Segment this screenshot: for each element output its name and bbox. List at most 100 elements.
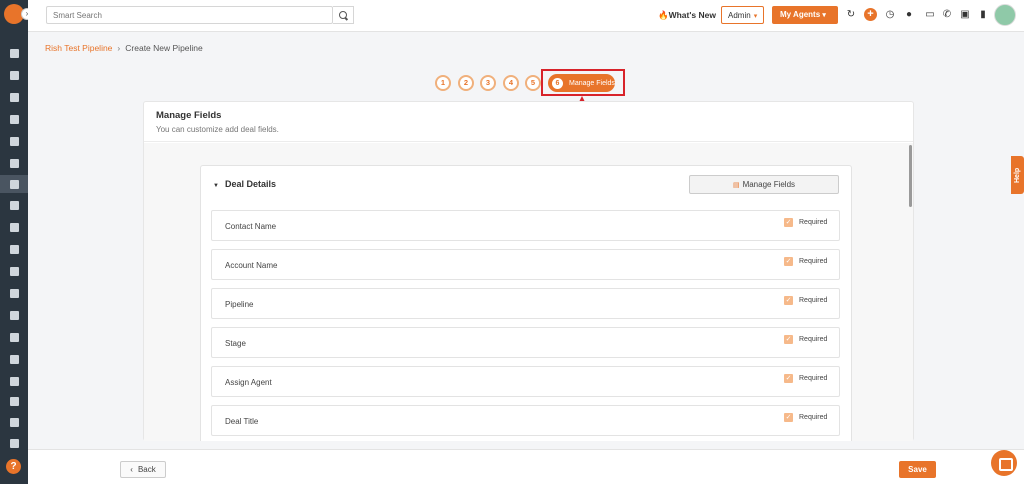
step-1[interactable]: 1 xyxy=(435,75,451,91)
field-name: Assign Agent xyxy=(225,378,272,387)
clock-icon[interactable]: ◷ xyxy=(884,9,896,21)
bank-icon xyxy=(9,114,19,124)
sidebar-item-team[interactable] xyxy=(0,284,28,302)
mail-icon xyxy=(9,354,19,364)
field-row: Assign Agent ✓ Required xyxy=(211,366,840,397)
sidebar-item-calendar[interactable] xyxy=(0,328,28,346)
required-checkbox[interactable]: ✓ xyxy=(784,296,793,305)
help-tab[interactable]: Help xyxy=(1011,156,1024,194)
whats-new-label: What's New xyxy=(668,10,716,20)
calendar-icon xyxy=(9,332,19,342)
avatar[interactable] xyxy=(994,4,1016,26)
field-row: Deal Title ✓ Required xyxy=(211,405,840,436)
document-icon xyxy=(9,222,19,232)
refresh-icon[interactable]: ↻ xyxy=(845,9,857,21)
required-label: Required xyxy=(799,219,828,226)
sidebar-item-mail[interactable] xyxy=(0,350,28,368)
dollar-icon xyxy=(9,396,19,406)
required-checkbox[interactable]: ✓ xyxy=(784,218,793,227)
required-label: Required xyxy=(799,375,828,382)
manage-fields-button[interactable]: ▤ Manage Fields xyxy=(689,175,839,194)
required-checkbox[interactable]: ✓ xyxy=(784,413,793,422)
back-label: Back xyxy=(137,465,156,474)
sidebar-item-billing[interactable] xyxy=(0,392,28,410)
required-checkbox[interactable]: ✓ xyxy=(784,335,793,344)
accounts-icon xyxy=(9,92,19,102)
team-icon xyxy=(9,288,19,298)
field-name: Deal Title xyxy=(225,417,259,426)
role-dropdown[interactable]: Admin ▾ xyxy=(721,6,764,24)
sidebar-item-bank[interactable] xyxy=(0,110,28,128)
signature-icon xyxy=(9,376,19,386)
sidebar-item-accounts[interactable] xyxy=(0,88,28,106)
sidebar-item-files[interactable] xyxy=(0,306,28,324)
sidebar-item-documents[interactable] xyxy=(0,218,28,236)
sidebar-item-dashboard[interactable] xyxy=(0,44,28,62)
dashboard-icon xyxy=(9,48,19,58)
help-icon[interactable]: ? xyxy=(6,459,21,474)
breadcrumb-parent-link[interactable]: Rish Test Pipeline xyxy=(45,43,112,53)
chip-icon[interactable]: ▣ xyxy=(959,9,971,21)
folder-icon xyxy=(9,266,19,276)
contacts-icon xyxy=(9,70,19,80)
step-4[interactable]: 4 xyxy=(503,75,519,91)
phone-icon[interactable]: ✆ xyxy=(941,9,953,21)
file-icon xyxy=(9,310,19,320)
profile-icon xyxy=(9,158,19,168)
sidebar-item-profile[interactable] xyxy=(0,154,28,172)
card-body: ▼ Deal Details ▤ Manage Fields Contact Nam… xyxy=(144,143,913,441)
bar-chart-icon xyxy=(9,244,19,254)
sidebar-item-signature[interactable] xyxy=(0,372,28,390)
sidebar-item-campaigns[interactable] xyxy=(0,196,28,214)
scrollbar[interactable] xyxy=(909,145,912,207)
top-bar: 🔥What's New Admin▾ My Agents ▾ ↻ + ◷ ● ▭… xyxy=(28,0,1024,32)
step-2[interactable]: 2 xyxy=(458,75,474,91)
role-label: Admin xyxy=(728,11,751,20)
breadcrumb-current: Create New Pipeline xyxy=(125,43,203,53)
card-header: Manage Fields You can customize add deal… xyxy=(144,102,913,142)
field-name: Contact Name xyxy=(225,222,277,231)
bell-icon[interactable]: ● xyxy=(903,9,915,21)
chevron-down-icon: ▾ xyxy=(822,12,826,19)
required-label: Required xyxy=(799,414,828,421)
sidebar-item-pipeline[interactable] xyxy=(0,175,28,193)
doc-icon[interactable]: ▮ xyxy=(977,9,989,21)
my-agents-button[interactable]: My Agents ▾ xyxy=(772,6,838,24)
chevron-down-icon: ▾ xyxy=(753,13,758,20)
search-icon[interactable] xyxy=(333,6,354,24)
back-button[interactable]: ‹ Back xyxy=(120,461,166,478)
sidebar: › ? xyxy=(0,0,33,484)
field-row: Contact Name ✓ Required xyxy=(211,210,840,241)
field-name: Pipeline xyxy=(225,300,254,309)
megaphone-icon xyxy=(9,200,19,210)
field-row: Pipeline ✓ Required xyxy=(211,288,840,319)
step-3[interactable]: 3 xyxy=(480,75,496,91)
sidebar-item-folders[interactable] xyxy=(0,262,28,280)
field-name: Stage xyxy=(225,339,246,348)
search-input[interactable] xyxy=(46,6,333,24)
sidebar-item-reports[interactable] xyxy=(0,240,28,258)
sidebar-item-settings[interactable] xyxy=(0,434,28,452)
save-button[interactable]: Save xyxy=(899,461,936,478)
required-checkbox[interactable]: ✓ xyxy=(784,257,793,266)
plus-icon[interactable]: + xyxy=(864,8,877,21)
sidebar-item-list[interactable] xyxy=(0,132,28,150)
line-chart-icon xyxy=(9,417,19,427)
section-title[interactable]: ▼ Deal Details xyxy=(213,179,276,189)
switch-icon[interactable]: ▭ xyxy=(924,9,936,21)
manage-fields-label: Manage Fields xyxy=(742,180,796,189)
required-label: Required xyxy=(799,336,828,343)
required-checkbox[interactable]: ✓ xyxy=(784,374,793,383)
chat-icon[interactable] xyxy=(991,450,1017,476)
sidebar-item-contacts[interactable] xyxy=(0,66,28,84)
whats-new-link[interactable]: 🔥What's New xyxy=(658,10,716,21)
manage-fields-card: Manage Fields You can customize add deal… xyxy=(143,101,914,441)
required-label: Required xyxy=(799,297,828,304)
step-5[interactable]: 5 xyxy=(525,75,541,91)
footer-bar: ‹ Back Save xyxy=(28,449,1024,484)
sidebar-item-analytics[interactable] xyxy=(0,413,28,431)
field-name: Account Name xyxy=(225,261,278,270)
my-agents-label: My Agents xyxy=(780,10,821,19)
flame-icon: 🔥 xyxy=(658,10,669,20)
required-label: Required xyxy=(799,258,828,265)
